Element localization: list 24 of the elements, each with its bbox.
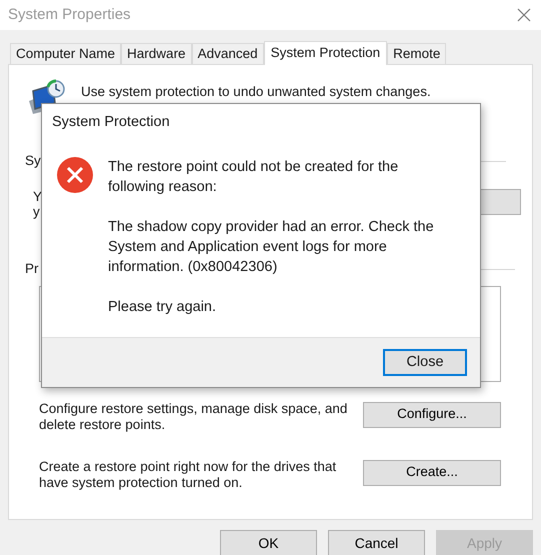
tab[interactable]: Hardware [121,43,192,64]
window-title: System Properties [8,4,131,25]
tab[interactable]: Remote [387,43,446,64]
close-button[interactable]: Close [383,349,467,376]
error-message: The restore point could not be created for the following reason: [108,158,400,197]
error-message: The shadow copy provider had an error. Check the System and Application event logs for more information. (0x80042306) [108,218,435,277]
action-description: Create a restore point right now for the drives that have system protection turned on. [39,458,338,490]
dialog-button[interactable]: Cancel [328,530,425,555]
dialog-title: System Protection [52,113,170,132]
configure-protection-button[interactable] [479,189,521,216]
tab[interactable]: Computer Name [10,43,122,64]
tab[interactable]: Advanced [192,43,264,64]
section-text: Y y [33,189,42,220]
tab[interactable]: System Protection [264,41,388,65]
section-heading: Pr [25,260,38,278]
intro-text: Use system protection to undo unwanted system changes. [81,83,431,101]
error-message: Please try again. [108,298,218,317]
action-button[interactable]: Create... [363,460,501,486]
action-description: Configure restore settings, manage disk space, and delete restore points. [39,400,348,432]
dialog-button[interactable]: OK [220,530,317,555]
section-heading: Sy [25,152,41,170]
close-icon[interactable] [517,8,531,22]
error-icon [56,156,94,194]
action-button[interactable]: Configure... [363,402,501,428]
